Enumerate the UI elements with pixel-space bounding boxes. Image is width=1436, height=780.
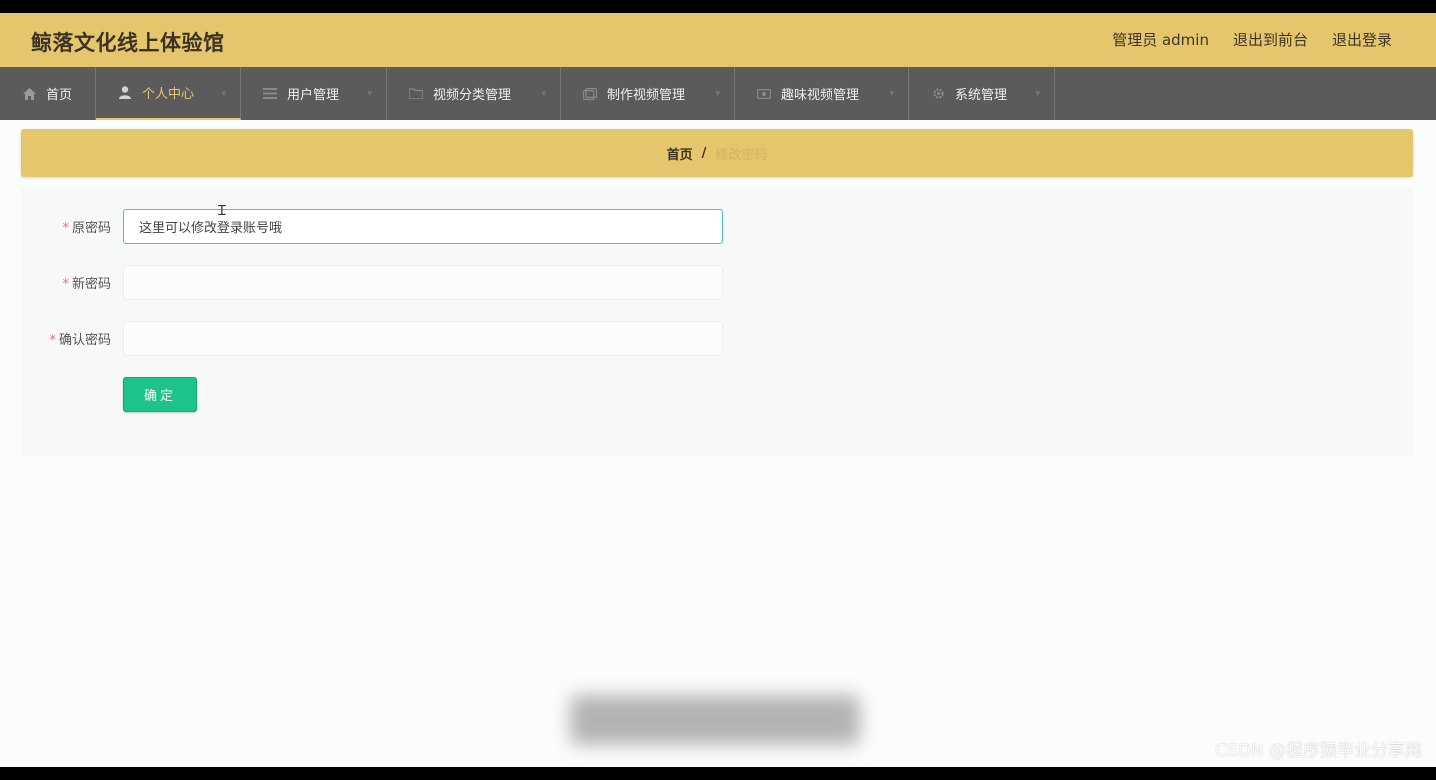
header-links: 管理员 admin 退出到前台 退出登录	[1112, 29, 1392, 50]
user-icon	[118, 86, 132, 100]
label-text: 确认密码	[58, 333, 111, 348]
old-password-input[interactable]	[123, 209, 723, 244]
nav-label: 制作视频管理	[607, 88, 686, 103]
text-cursor-icon: Ɪ	[218, 203, 226, 219]
nav-item-user-management[interactable]: 用户管理 ▾	[241, 67, 387, 120]
nav-item-video-category[interactable]: 视频分类管理 ▾	[387, 67, 561, 120]
main-nav: 首页 个人中心 ▾ 用户管理 ▾ 视频分类管理 ▾ 制作视频管理 ▾ 趣味视频管…	[0, 67, 1436, 120]
submit-button[interactable]: 确定	[123, 377, 197, 412]
breadcrumb-home[interactable]: 首页	[667, 144, 693, 163]
nav-label: 个人中心	[142, 87, 195, 102]
chevron-down-icon: ▾	[221, 89, 226, 99]
nav-label: 首页	[46, 88, 73, 103]
blurred-overlay	[570, 695, 860, 745]
chevron-down-icon: ▾	[889, 89, 894, 99]
list-icon	[263, 87, 277, 101]
new-password-input[interactable]	[123, 265, 723, 300]
chevron-down-icon: ▾	[715, 89, 720, 99]
home-icon	[22, 87, 36, 101]
required-mark: *	[62, 277, 69, 292]
old-password-row: * 原密码	[21, 209, 1413, 244]
nav-item-system-management[interactable]: 系统管理 ▾	[909, 67, 1055, 120]
label-text: 新密码	[71, 277, 111, 292]
breadcrumb-separator: /	[701, 145, 707, 161]
top-header: 鲸落文化线上体验馆 管理员 admin 退出到前台 退出登录	[0, 13, 1436, 67]
logout-link[interactable]: 退出登录	[1332, 29, 1392, 50]
watermark: CSDN @程序猿毕业分享网	[1215, 741, 1422, 761]
confirm-password-input[interactable]	[123, 321, 723, 356]
nav-item-fun-video[interactable]: 趣味视频管理 ▾	[735, 67, 909, 120]
required-mark: *	[49, 333, 56, 348]
folder-icon	[409, 87, 423, 101]
nav-label: 视频分类管理	[433, 88, 512, 103]
new-password-label: * 新密码	[0, 273, 111, 292]
chevron-down-icon: ▾	[367, 89, 372, 99]
nav-item-production-video[interactable]: 制作视频管理 ▾	[561, 67, 735, 120]
label-text: 原密码	[71, 221, 111, 236]
chevron-down-icon: ▾	[541, 89, 546, 99]
password-form: *原密码 *新密码 *确认密码 确定	[21, 187, 1413, 455]
exit-to-front-link[interactable]: 退出到前台	[1233, 29, 1308, 50]
site-title: 鲸落文化线上体验馆	[31, 31, 225, 55]
new-password-row: * 新密码	[21, 265, 1413, 300]
confirm-password-label: * 确认密码	[0, 329, 111, 348]
breadcrumb: 首页 / 修改密码	[21, 129, 1413, 177]
gear-icon	[931, 87, 945, 101]
old-password-label: * 原密码	[0, 217, 111, 236]
nav-item-home[interactable]: 首页	[0, 67, 96, 120]
required-mark: *	[62, 221, 69, 236]
app-viewport: 鲸落文化线上体验馆 管理员 admin 退出到前台 退出登录 首页 个人中心 ▾…	[0, 13, 1436, 767]
admin-label: 管理员 admin	[1112, 31, 1209, 49]
video-icon	[583, 87, 597, 101]
confirm-password-row: * 确认密码	[21, 321, 1413, 356]
chevron-down-icon: ▾	[1035, 89, 1040, 99]
nav-label: 趣味视频管理	[781, 88, 860, 103]
film-icon	[757, 87, 771, 101]
nav-label: 用户管理	[287, 88, 340, 103]
breadcrumb-current: 修改密码	[715, 147, 768, 163]
nav-label: 系统管理	[955, 88, 1008, 103]
nav-item-personal-center[interactable]: 个人中心 ▾	[96, 67, 241, 120]
